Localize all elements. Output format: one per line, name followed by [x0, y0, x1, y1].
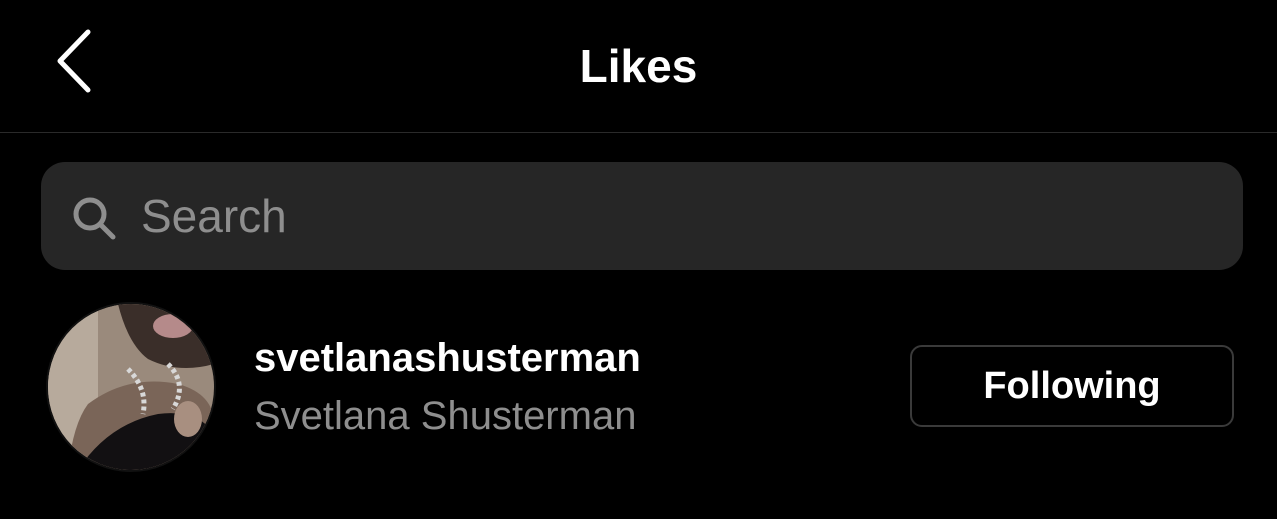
search-input[interactable] — [141, 162, 1221, 270]
top-bar: Likes — [0, 0, 1277, 133]
profile-photo — [48, 304, 214, 470]
username[interactable]: svetlanashusterman — [254, 334, 641, 382]
list-item[interactable]: svetlanashusterman Svetlana Shusterman F… — [0, 300, 1277, 475]
following-button[interactable]: Following — [910, 345, 1234, 427]
avatar[interactable] — [48, 304, 214, 470]
search-bar[interactable] — [41, 162, 1243, 270]
page-title: Likes — [579, 40, 698, 92]
full-name: Svetlana Shusterman — [254, 394, 637, 438]
search-icon — [73, 197, 116, 240]
